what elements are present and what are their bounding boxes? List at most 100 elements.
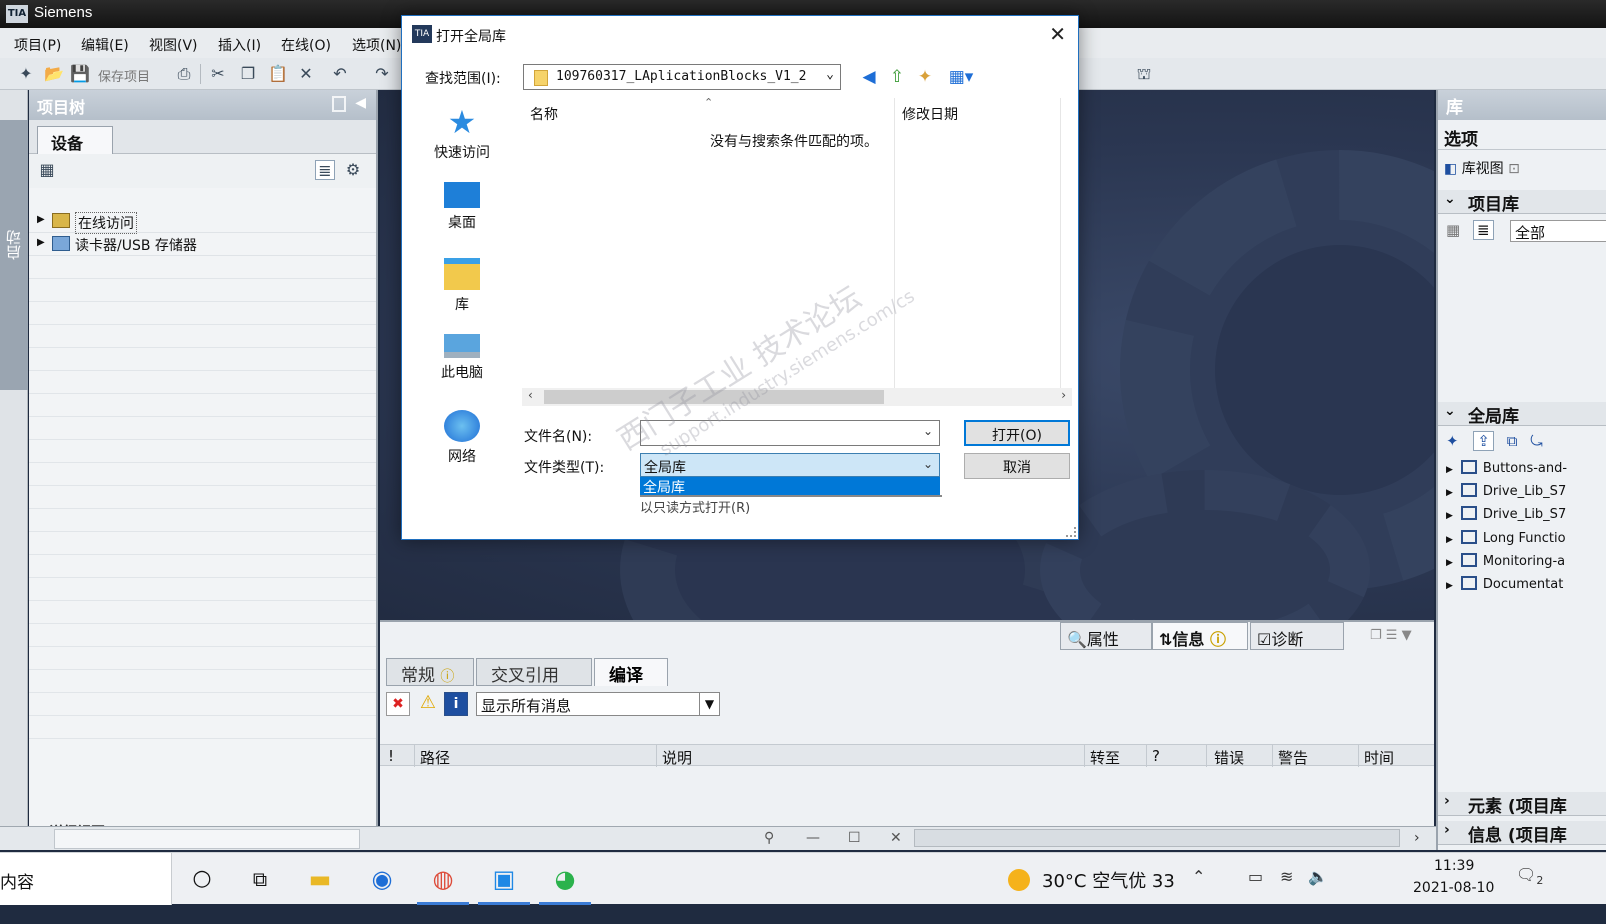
chevron-up-icon[interactable]: ⌃ <box>1192 867 1205 886</box>
look-in-select[interactable]: 109760317_LAplicationBlocks_V1_2 ⌄ <box>523 64 841 90</box>
maximize-icon[interactable]: ☐ <box>848 830 861 846</box>
scroll-right-icon[interactable]: › <box>1414 830 1420 846</box>
global-library-item[interactable]: ▶ Documentat <box>1446 576 1563 598</box>
expand-arrow-icon[interactable]: ▶ <box>1446 511 1453 521</box>
close-icon[interactable]: ✕ <box>1049 22 1066 46</box>
scroll-right-icon[interactable]: › <box>1061 388 1066 402</box>
global-library-item[interactable]: ▶ Monitoring-a <box>1446 553 1565 575</box>
save-icon[interactable]: 💾 <box>70 64 90 84</box>
undo-icon[interactable]: ↶ <box>330 64 350 84</box>
volume-icon[interactable]: 🔈 <box>1308 867 1328 886</box>
view-menu-icon[interactable]: ▦▾ <box>944 66 978 88</box>
place-quick-access[interactable]: ★ 快速访问 <box>420 100 504 170</box>
window-restore-icon[interactable]: ❐ ☰ ▼ <box>1370 628 1412 643</box>
chevron-down-icon[interactable]: ⌄ <box>923 457 933 471</box>
expand-arrow-icon[interactable]: ▶ <box>1446 465 1453 475</box>
error-filter-icon[interactable]: ✖ <box>386 692 410 716</box>
col-flag[interactable]: ! <box>388 747 394 765</box>
wechat-icon[interactable]: ◕ <box>539 861 591 905</box>
global-library-section[interactable]: ⌄ 全局库 <box>1438 402 1606 427</box>
place-network[interactable]: 网络 <box>420 404 504 474</box>
col-errors[interactable]: 错误 <box>1214 747 1244 768</box>
menu-options[interactable]: 选项(N) <box>352 35 401 55</box>
open-library-icon[interactable]: ⇪ <box>1473 431 1494 451</box>
options-header[interactable]: 选项 <box>1438 122 1606 150</box>
file-list[interactable]: ⌃ 名称 修改日期 没有与搜索条件匹配的项。 <box>522 96 1072 388</box>
horizontal-scrollbar[interactable] <box>914 829 1400 847</box>
tree-item-online-access[interactable]: ▶ 在线访问 <box>29 210 376 234</box>
place-desktop[interactable]: 桌面 <box>420 176 504 246</box>
col-goto[interactable]: 转至 <box>1090 747 1120 768</box>
tree-settings-icon[interactable]: ⚙ <box>343 160 363 180</box>
notification-icon[interactable]: 🗨2 <box>1516 865 1543 887</box>
place-libraries[interactable]: 库 <box>420 252 504 322</box>
chrome-icon[interactable]: ◍ <box>417 861 469 905</box>
tab-devices[interactable]: 设备 <box>37 126 113 154</box>
wifi-icon[interactable]: ≋ <box>1280 867 1293 886</box>
save-library-icon[interactable]: ⧉ <box>1507 432 1518 450</box>
tab-properties[interactable]: 🔍属性 <box>1060 622 1152 650</box>
print-icon[interactable]: ⎙ <box>174 64 194 84</box>
expand-arrow-icon[interactable]: ▶ <box>37 214 45 225</box>
pin-icon[interactable]: ⚲ <box>764 830 774 846</box>
resize-grip-icon[interactable] <box>1066 527 1076 537</box>
warning-filter-icon[interactable]: ⚠ <box>416 692 440 716</box>
subtab-general[interactable]: 常规 ⓘ <box>386 658 474 686</box>
paste-icon[interactable]: 📋 <box>268 64 288 84</box>
clock-date[interactable]: 2021-08-10 <box>1413 880 1494 896</box>
menu-online[interactable]: 在线(O) <box>281 35 331 55</box>
new-project-icon[interactable]: ✦ <box>16 64 36 84</box>
info-section[interactable]: › 信息 (项目库 <box>1438 821 1606 846</box>
expand-arrow-icon[interactable]: ▶ <box>37 237 45 248</box>
back-icon[interactable]: ◀ <box>858 66 880 88</box>
list-view-icon[interactable]: ≣ <box>1472 220 1494 240</box>
col-name[interactable]: 名称 <box>530 104 558 124</box>
readonly-checkbox[interactable]: 以只读方式打开(R) <box>640 497 750 516</box>
menu-insert[interactable]: 插入(I) <box>218 35 261 55</box>
update-library-icon[interactable]: ⤿ <box>1530 432 1543 450</box>
expand-arrow-icon[interactable]: ▶ <box>1446 535 1453 545</box>
weather-widget[interactable]: 30°C 空气优 33 <box>1008 867 1175 893</box>
place-this-pc[interactable]: 此电脑 <box>420 328 504 398</box>
close-icon[interactable]: ✕ <box>890 830 902 846</box>
tab-info[interactable]: ⇅信息 ⓘ <box>1152 622 1248 650</box>
col-time[interactable]: 时间 <box>1364 747 1394 768</box>
filetype-option[interactable]: 全局库 <box>640 477 940 496</box>
global-library-item[interactable]: ▶ Buttons-and- <box>1446 460 1567 482</box>
clock-time[interactable]: 11:39 <box>1434 858 1474 874</box>
save-project-button[interactable]: 保存项目 <box>98 66 150 85</box>
library-tree-icon[interactable]: ▦ <box>1446 221 1460 239</box>
filename-input[interactable]: ⌄ <box>640 420 940 446</box>
col-warnings[interactable]: 警告 <box>1278 747 1308 768</box>
message-filter-select[interactable]: 显示所有消息 ▼ <box>476 692 720 716</box>
taskbar-search[interactable]: 内容 <box>0 853 172 905</box>
start-strip[interactable]: 启动 <box>0 120 28 390</box>
library-filter-select[interactable]: 全部 <box>1510 220 1606 242</box>
tab-diagnostics[interactable]: ☑诊断 <box>1250 622 1344 650</box>
collapse-left-icon[interactable]: ◀ <box>355 95 366 111</box>
list-view-icon[interactable]: ≣ <box>315 160 335 180</box>
file-list-hscrollbar[interactable]: ‹ › <box>522 388 1072 406</box>
expand-arrow-icon[interactable]: ▶ <box>1446 488 1453 498</box>
new-library-icon[interactable]: ✦ <box>1446 432 1459 450</box>
tree-item-card-reader[interactable]: ▶ 读卡器/USB 存储器 <box>29 233 376 256</box>
menu-view[interactable]: 视图(V) <box>149 35 198 55</box>
up-folder-icon[interactable]: ⇧ <box>886 66 908 88</box>
chevron-down-icon[interactable]: ⌄ <box>923 424 933 438</box>
col-modified[interactable]: 修改日期 <box>902 104 958 124</box>
task-view-icon[interactable]: ⧉ <box>242 861 278 897</box>
minimize-icon[interactable]: — <box>806 830 820 846</box>
subtab-cross-reference[interactable]: 交叉引用 <box>476 658 592 686</box>
elements-section[interactable]: › 元素 (项目库 <box>1438 792 1606 817</box>
expand-arrow-icon[interactable]: ▶ <box>1446 581 1453 591</box>
subtab-compile[interactable]: 编译 <box>594 658 668 686</box>
cancel-button[interactable]: 取消 <box>964 453 1070 479</box>
copy-icon[interactable]: ❐ <box>238 64 258 84</box>
filetype-select[interactable]: 全局库 ⌄ <box>640 453 940 477</box>
open-project-icon[interactable]: 📂 <box>44 64 64 84</box>
global-library-item[interactable]: ▶ Long Functio <box>1446 530 1566 552</box>
battery-icon[interactable]: ▭ <box>1248 867 1263 886</box>
file-explorer-icon[interactable]: ▬ <box>302 861 338 897</box>
global-library-item[interactable]: ▶ Drive_Lib_S7 <box>1446 506 1566 528</box>
project-library-section[interactable]: ⌄ 项目库 <box>1438 190 1606 215</box>
